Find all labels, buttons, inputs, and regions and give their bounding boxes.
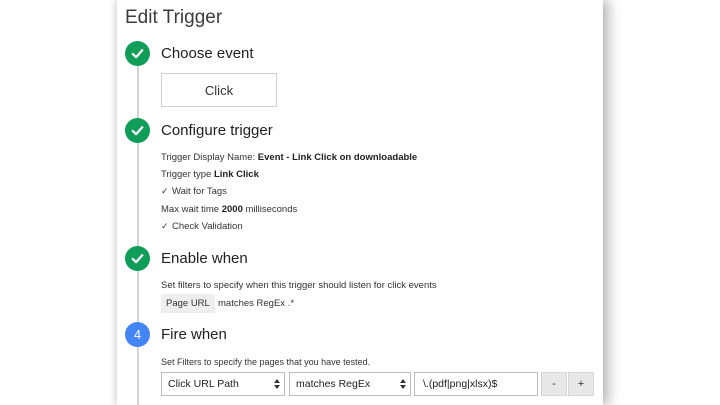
variable-chip: Page URL (161, 294, 215, 313)
enable-when-description: Set filters to specify when this trigger… (161, 280, 437, 291)
add-filter-button[interactable]: + (568, 372, 594, 396)
filter-value-input[interactable]: \.(pdf|png|xlsx)$ (414, 372, 538, 396)
wait-for-tags: ✓ Wait for Tags (161, 186, 227, 197)
step-done-check-icon (125, 118, 150, 143)
operator-select[interactable]: matches RegEx (289, 372, 411, 396)
step-number-badge: 4 (125, 322, 150, 347)
trigger-type-label: Trigger type (161, 169, 212, 180)
display-name-label: Trigger Display Name: (161, 152, 256, 163)
max-wait-time: Max wait time 2000 milliseconds (161, 204, 297, 215)
check-icon: ✓ (161, 221, 169, 231)
check-icon: ✓ (161, 186, 169, 196)
max-wait-prefix: Max wait time (161, 204, 220, 215)
step-title-choose-event: Choose event (161, 45, 254, 62)
check-validation-label: Check Validation (172, 221, 243, 232)
wait-for-tags-label: Wait for Tags (172, 186, 227, 197)
variable-select-value: Click URL Path (168, 378, 239, 390)
trigger-type: Trigger type Link Click (161, 169, 259, 180)
variable-select[interactable]: Click URL Path (161, 372, 285, 396)
step-rail (137, 64, 139, 405)
remove-filter-button[interactable]: - (541, 372, 567, 396)
operator-select-value: matches RegEx (296, 378, 371, 390)
step-title-fire-when: Fire when (161, 326, 227, 343)
event-type-button[interactable]: Click (161, 73, 277, 107)
display-name-value: Event - Link Click on downloadable (257, 152, 418, 163)
trigger-display-name: Trigger Display Name: Event - Link Click… (161, 152, 417, 163)
edit-trigger-panel: Edit Trigger Choose event Click Configur… (117, 0, 603, 405)
max-wait-value: 2000 (221, 204, 243, 215)
step-title-configure-trigger: Configure trigger (161, 122, 273, 139)
fire-when-description: Set Filters to specify the pages that yo… (161, 357, 371, 367)
trigger-type-value: Link Click (213, 169, 259, 180)
step-done-check-icon (125, 246, 150, 271)
page-title: Edit Trigger (125, 7, 223, 28)
enable-condition: matches RegEx .* (218, 298, 295, 309)
max-wait-suffix: milliseconds (245, 204, 298, 215)
select-arrows-icon (274, 379, 280, 389)
backdrop (0, 0, 117, 405)
select-arrows-icon (400, 379, 406, 389)
check-validation: ✓ Check Validation (161, 221, 243, 232)
step-done-check-icon (125, 41, 150, 66)
step-title-enable-when: Enable when (161, 250, 248, 267)
